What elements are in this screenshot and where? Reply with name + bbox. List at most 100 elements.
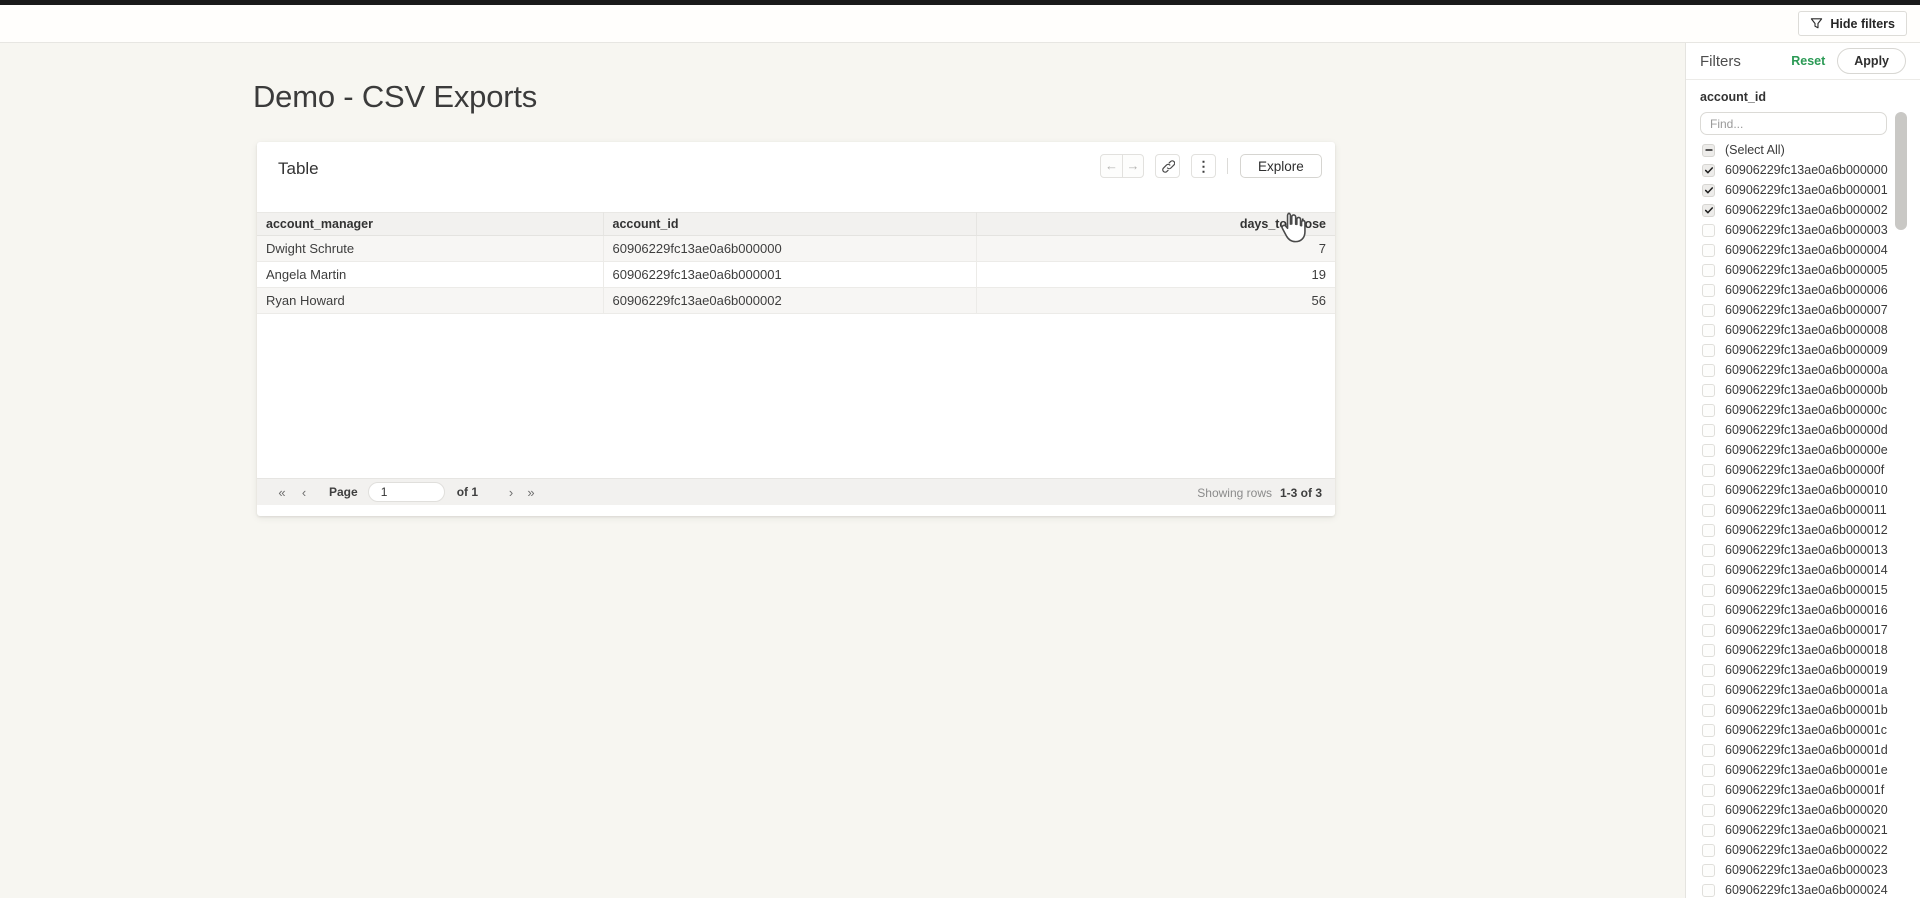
- filter-value-checkbox[interactable]: [1702, 424, 1715, 437]
- select-all-row[interactable]: (Select All): [1702, 140, 1920, 160]
- filter-value-checkbox[interactable]: [1702, 204, 1715, 217]
- first-page-button[interactable]: «: [273, 485, 291, 500]
- filter-value-checkbox[interactable]: [1702, 324, 1715, 337]
- filter-value-checkbox[interactable]: [1702, 644, 1715, 657]
- filter-value-row[interactable]: 60906229fc13ae0a6b000013: [1702, 540, 1920, 560]
- filter-value-row[interactable]: 60906229fc13ae0a6b000020: [1702, 800, 1920, 820]
- filter-value-checkbox[interactable]: [1702, 864, 1715, 877]
- filter-value-checkbox[interactable]: [1702, 304, 1715, 317]
- filter-value-checkbox[interactable]: [1702, 444, 1715, 457]
- filter-value-checkbox[interactable]: [1702, 264, 1715, 277]
- filter-value-row[interactable]: 60906229fc13ae0a6b000003: [1702, 220, 1920, 240]
- filter-value-checkbox[interactable]: [1702, 684, 1715, 697]
- back-button[interactable]: ←: [1101, 155, 1122, 177]
- reset-filters-button[interactable]: Reset: [1791, 54, 1825, 68]
- copy-link-button[interactable]: [1155, 154, 1180, 178]
- filter-value-row[interactable]: 60906229fc13ae0a6b000015: [1702, 580, 1920, 600]
- filter-value-checkbox[interactable]: [1702, 164, 1715, 177]
- filter-value-row[interactable]: 60906229fc13ae0a6b000019: [1702, 660, 1920, 680]
- filter-value-row[interactable]: 60906229fc13ae0a6b000001: [1702, 180, 1920, 200]
- filter-value-row[interactable]: 60906229fc13ae0a6b00001d: [1702, 740, 1920, 760]
- filter-value-label: 60906229fc13ae0a6b000009: [1725, 343, 1888, 357]
- filter-value-checkbox[interactable]: [1702, 624, 1715, 637]
- table-row[interactable]: Ryan Howard 60906229fc13ae0a6b000002 56: [257, 288, 1335, 314]
- filter-value-row[interactable]: 60906229fc13ae0a6b00001f: [1702, 780, 1920, 800]
- filter-value-checkbox[interactable]: [1702, 764, 1715, 777]
- filter-value-checkbox[interactable]: [1702, 504, 1715, 517]
- filter-value-checkbox[interactable]: [1702, 524, 1715, 537]
- filter-value-checkbox[interactable]: [1702, 464, 1715, 477]
- filter-value-checkbox[interactable]: [1702, 484, 1715, 497]
- next-page-button[interactable]: ›: [502, 485, 520, 500]
- filter-value-row[interactable]: 60906229fc13ae0a6b00000e: [1702, 440, 1920, 460]
- filter-value-row[interactable]: 60906229fc13ae0a6b000006: [1702, 280, 1920, 300]
- filter-search-input[interactable]: [1700, 112, 1887, 135]
- select-all-checkbox[interactable]: [1702, 144, 1715, 157]
- filter-value-row[interactable]: 60906229fc13ae0a6b00000a: [1702, 360, 1920, 380]
- page-number-input[interactable]: [368, 482, 445, 502]
- filter-value-row[interactable]: 60906229fc13ae0a6b00001c: [1702, 720, 1920, 740]
- filter-value-checkbox[interactable]: [1702, 604, 1715, 617]
- filter-value-row[interactable]: 60906229fc13ae0a6b000010: [1702, 480, 1920, 500]
- filter-value-row[interactable]: 60906229fc13ae0a6b000008: [1702, 320, 1920, 340]
- filter-value-row[interactable]: 60906229fc13ae0a6b00001a: [1702, 680, 1920, 700]
- filter-value-row[interactable]: 60906229fc13ae0a6b000009: [1702, 340, 1920, 360]
- filter-value-checkbox[interactable]: [1702, 884, 1715, 897]
- column-header-account-id[interactable]: account_id: [603, 213, 976, 236]
- table-row[interactable]: Angela Martin 60906229fc13ae0a6b000001 1…: [257, 262, 1335, 288]
- filter-value-row[interactable]: 60906229fc13ae0a6b000012: [1702, 520, 1920, 540]
- filter-value-row[interactable]: 60906229fc13ae0a6b000007: [1702, 300, 1920, 320]
- filter-value-checkbox[interactable]: [1702, 364, 1715, 377]
- filter-value-row[interactable]: 60906229fc13ae0a6b000011: [1702, 500, 1920, 520]
- filter-value-row[interactable]: 60906229fc13ae0a6b00001e: [1702, 760, 1920, 780]
- filter-value-row[interactable]: 60906229fc13ae0a6b000018: [1702, 640, 1920, 660]
- prev-page-button[interactable]: ‹: [295, 485, 313, 500]
- filter-value-row[interactable]: 60906229fc13ae0a6b000000: [1702, 160, 1920, 180]
- filter-value-row[interactable]: 60906229fc13ae0a6b000002: [1702, 200, 1920, 220]
- column-header-days-to-close[interactable]: days_to_close: [976, 213, 1335, 236]
- filter-value-row[interactable]: 60906229fc13ae0a6b000022: [1702, 840, 1920, 860]
- filter-value-checkbox[interactable]: [1702, 744, 1715, 757]
- filter-value-label: 60906229fc13ae0a6b000000: [1725, 163, 1888, 177]
- filter-value-checkbox[interactable]: [1702, 284, 1715, 297]
- filter-value-row[interactable]: 60906229fc13ae0a6b00000d: [1702, 420, 1920, 440]
- filter-value-checkbox[interactable]: [1702, 404, 1715, 417]
- forward-button[interactable]: →: [1122, 155, 1143, 177]
- filter-value-checkbox[interactable]: [1702, 544, 1715, 557]
- filter-value-row[interactable]: 60906229fc13ae0a6b000005: [1702, 260, 1920, 280]
- filter-value-row[interactable]: 60906229fc13ae0a6b000017: [1702, 620, 1920, 640]
- filter-value-checkbox[interactable]: [1702, 844, 1715, 857]
- table-row[interactable]: Dwight Schrute 60906229fc13ae0a6b000000 …: [257, 236, 1335, 262]
- panel-scrollbar-thumb[interactable]: [1895, 112, 1907, 230]
- filter-value-checkbox[interactable]: [1702, 804, 1715, 817]
- filter-value-checkbox[interactable]: [1702, 224, 1715, 237]
- column-header-account-manager[interactable]: account_manager: [257, 213, 603, 236]
- filter-value-checkbox[interactable]: [1702, 824, 1715, 837]
- filter-value-row[interactable]: 60906229fc13ae0a6b000023: [1702, 860, 1920, 880]
- last-page-button[interactable]: »: [522, 485, 540, 500]
- filter-value-row[interactable]: 60906229fc13ae0a6b00001b: [1702, 700, 1920, 720]
- filter-value-checkbox[interactable]: [1702, 384, 1715, 397]
- filter-value-checkbox[interactable]: [1702, 564, 1715, 577]
- filter-value-checkbox[interactable]: [1702, 664, 1715, 677]
- filter-value-checkbox[interactable]: [1702, 704, 1715, 717]
- hide-filters-button[interactable]: Hide filters: [1798, 11, 1907, 36]
- filter-value-checkbox[interactable]: [1702, 724, 1715, 737]
- filter-value-row[interactable]: 60906229fc13ae0a6b000024: [1702, 880, 1920, 898]
- filter-value-checkbox[interactable]: [1702, 244, 1715, 257]
- filter-value-row[interactable]: 60906229fc13ae0a6b00000b: [1702, 380, 1920, 400]
- cell-account-id: 60906229fc13ae0a6b000002: [603, 288, 976, 314]
- filter-value-row[interactable]: 60906229fc13ae0a6b000016: [1702, 600, 1920, 620]
- filter-value-row[interactable]: 60906229fc13ae0a6b00000f: [1702, 460, 1920, 480]
- card-menu-button[interactable]: ⋮: [1191, 154, 1216, 178]
- apply-filters-button[interactable]: Apply: [1837, 48, 1906, 74]
- filter-value-row[interactable]: 60906229fc13ae0a6b000004: [1702, 240, 1920, 260]
- filter-value-checkbox[interactable]: [1702, 784, 1715, 797]
- explore-button[interactable]: Explore: [1240, 154, 1322, 178]
- filter-value-checkbox[interactable]: [1702, 344, 1715, 357]
- filter-value-row[interactable]: 60906229fc13ae0a6b00000c: [1702, 400, 1920, 420]
- filter-value-checkbox[interactable]: [1702, 584, 1715, 597]
- filter-value-row[interactable]: 60906229fc13ae0a6b000014: [1702, 560, 1920, 580]
- filter-value-checkbox[interactable]: [1702, 184, 1715, 197]
- filter-value-row[interactable]: 60906229fc13ae0a6b000021: [1702, 820, 1920, 840]
